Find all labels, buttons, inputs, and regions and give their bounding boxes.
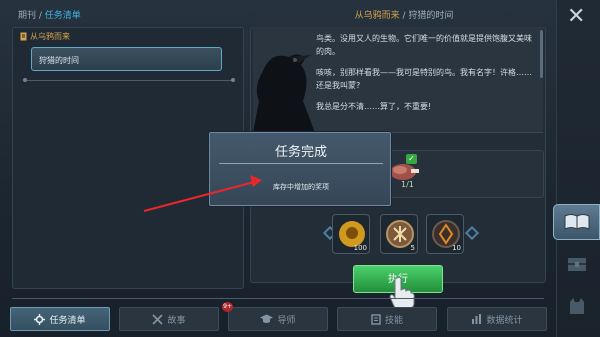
reward-count: 10 [452,244,461,252]
quest-list-item-label: 狩猎的时间 [39,56,79,65]
quest-line-name: 从乌鸦而来 [354,11,400,21]
sidebar-tab-journal[interactable] [553,204,600,240]
quest-group-header[interactable]: 从乌鸦而来 [20,31,70,42]
sidebar-tab-character[interactable] [553,288,600,324]
tab-quest-list[interactable]: 任务清单 [10,307,110,331]
breadcrumb: 期刊 / 任务清单 [18,8,81,21]
reward-count: 5 [410,244,415,252]
objective-count: 1/1 [401,180,414,189]
tab-skills[interactable]: 技能 [337,307,437,331]
story-paragraph: 鸟类。没用又人的生物。它们唯一的价值就是提供饱腹又美味的肉。 [316,34,532,56]
quest-complete-dialog[interactable]: 任务完成 库存中增加的奖项 [209,132,391,206]
mortarboard-icon [260,314,274,323]
reward-slot[interactable]: 100 [332,214,370,254]
breadcrumb-parent[interactable]: 期刊 [18,11,36,21]
dialog-title: 任务完成 [274,145,327,160]
close-icon[interactable]: ✕ [567,6,585,28]
tab-story[interactable]: 故事 [119,307,219,331]
reward-slot[interactable]: 10 [426,214,464,254]
quest-group-label: 从乌鸦而来 [30,32,70,41]
right-sidebar [556,0,600,337]
dialog-message: 库存中增加的奖项 [273,183,329,191]
bottom-divider [12,298,544,299]
swords-icon [152,313,164,325]
open-book-icon [564,214,589,230]
check-icon: ✓ [406,154,417,164]
notification-badge: 9+ [222,302,233,312]
chart-icon [472,314,482,324]
tab-label: 导师 [277,315,296,326]
story-paragraph: 我总是分不清……算了，不重要! [316,102,432,111]
bottom-tab-bar: 任务清单 故事 导师 技能 数据统计 [10,307,548,331]
scroll-quest-icon [20,32,27,41]
crow-portrait [253,54,315,133]
reward-count: 100 [353,244,367,252]
tab-label: 数据统计 [486,315,523,326]
tab-label: 任务清单 [49,315,86,326]
sidebar-tab-inventory[interactable] [553,246,600,282]
tab-label: 技能 [384,315,403,326]
breadcrumb-separator: / [36,11,45,21]
scroll-icon [371,313,381,325]
dialog-divider [219,163,383,164]
quest-title: 从乌鸦而来 / 狩猎的时间 [264,8,544,21]
chest-icon [567,258,586,271]
pointer-hand-icon [389,276,415,310]
tab-label: 故事 [167,315,186,326]
quest-list-item[interactable]: 狩猎的时间 [31,47,222,71]
story-scrollbar[interactable] [540,30,543,78]
gear-icon [34,313,46,325]
character-icon [569,298,584,314]
reward-slot[interactable]: 5 [380,214,418,254]
tab-mentor[interactable]: 导师 [228,307,328,331]
quest-name: 狩猎的时间 [408,11,454,21]
story-paragraph: 咳咳，别那样看我——我可是特别的鸟。我有名字！许格……还是我叫蒙? [316,68,532,90]
story-text: 鸟类。没用又人的生物。它们唯一的价值就是提供饱腹又美味的肉。 咳咳，别那样看我—… [316,32,534,121]
breadcrumb-current: 任务清单 [44,11,81,21]
tab-statistics[interactable]: 数据统计 [447,307,547,331]
divider [23,78,235,82]
